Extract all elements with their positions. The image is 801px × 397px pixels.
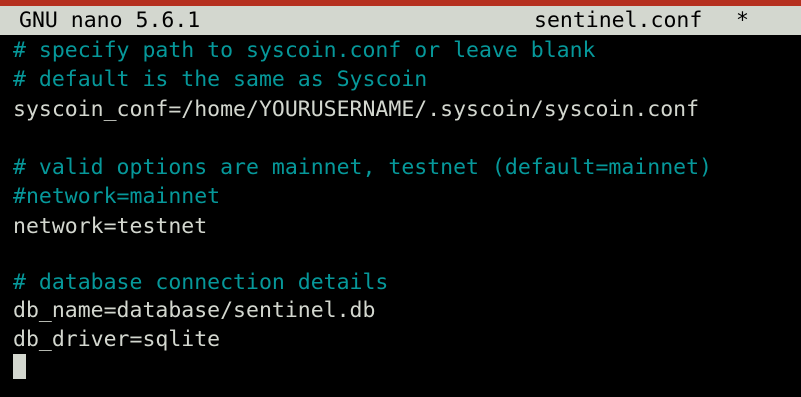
editor-line-setting[interactable]: syscoin_conf=/home/YOURUSERNAME/.syscoin… bbox=[13, 95, 699, 124]
editor-line-commented-setting[interactable]: #network=mainnet bbox=[13, 182, 220, 211]
editor-line-comment[interactable]: # valid options are mainnet, testnet (de… bbox=[13, 153, 712, 182]
nano-title-bar: GNU nano 5.6.1 sentinel.conf * bbox=[0, 6, 801, 35]
filename-label: sentinel.conf bbox=[534, 8, 703, 33]
editor-version-label: GNU nano 5.6.1 bbox=[19, 8, 201, 33]
modified-indicator: * bbox=[736, 8, 749, 33]
editor-line-setting[interactable]: db_name=database/sentinel.db bbox=[13, 296, 375, 325]
terminal-window[interactable]: GNU nano 5.6.1 sentinel.conf * # specify… bbox=[0, 0, 801, 397]
editor-line-comment[interactable]: # specify path to syscoin.conf or leave … bbox=[13, 36, 595, 65]
editor-line-setting[interactable]: db_driver=sqlite bbox=[13, 325, 220, 354]
editor-line-setting[interactable]: network=testnet bbox=[13, 212, 207, 241]
text-cursor bbox=[13, 354, 26, 379]
editor-line-comment[interactable]: # database connection details bbox=[13, 268, 388, 297]
editor-line-comment[interactable]: # default is the same as Syscoin bbox=[13, 65, 427, 94]
